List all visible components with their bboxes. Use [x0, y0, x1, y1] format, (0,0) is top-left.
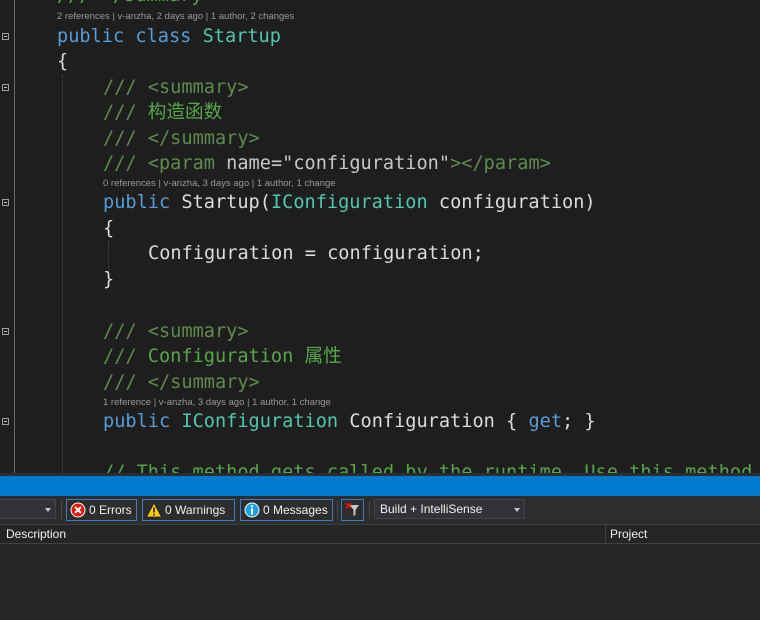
ctor-name: Startup( — [181, 192, 271, 213]
code-line-ctor-summary-close: /// </summary> — [103, 126, 260, 152]
doc-text: 构造函数 — [147, 102, 223, 123]
code-line-prop-declaration: public IConfiguration Configuration { ge… — [103, 409, 596, 435]
keyword-class: class — [135, 26, 192, 47]
column-divider[interactable] — [605, 525, 606, 543]
code-line-method-comment-partial: // This method gets called by the runtim… — [103, 462, 753, 473]
collapse-ctor-icon[interactable] — [2, 199, 9, 206]
doc-prefix: /// — [103, 372, 137, 393]
column-header-description[interactable]: Description — [6, 527, 66, 542]
solution-scope-dropdown[interactable] — [0, 499, 56, 519]
code-line-class-open-brace: { — [57, 51, 69, 72]
xml-attr-value: configuration — [293, 153, 439, 174]
prop-end: ; } — [562, 411, 596, 432]
toolbar-separator — [337, 501, 338, 519]
keyword-public: public — [103, 411, 171, 432]
code-editor[interactable]: /// </summary> 2 references | v-anzha, 2… — [0, 0, 760, 473]
doc-prefix: /// — [103, 128, 137, 149]
xml-attribute: name — [226, 153, 271, 174]
xml-attr-quote: " — [438, 153, 451, 174]
code-line-ctor-summary-open: /// <summary> — [103, 75, 249, 101]
warning-icon — [146, 502, 162, 518]
error-list-body[interactable] — [0, 544, 760, 620]
info-icon — [244, 502, 260, 518]
toolbar-separator — [369, 501, 370, 519]
code-line-ctor-open-brace: { — [103, 218, 115, 239]
code-line-assignment: Configuration = configuration; — [148, 243, 484, 264]
build-scope-value: Build + IntelliSense — [380, 502, 483, 516]
xml-tag: <param — [147, 153, 215, 174]
warnings-filter-button[interactable]: 0 Warnings — [142, 499, 235, 521]
warnings-count-label: 0 Warnings — [165, 503, 226, 517]
doc-prefix: /// — [103, 153, 137, 174]
keyword-public: public — [57, 26, 125, 47]
code-line-prop-summary-open: /// <summary> — [103, 319, 249, 345]
codelens-ctor[interactable]: 0 references | v-anzha, 3 days ago | 1 a… — [103, 178, 336, 190]
xml-tag: </summary> — [147, 128, 260, 149]
filter-toggle-button[interactable] — [341, 499, 364, 521]
chevron-down-icon — [45, 508, 51, 512]
xml-tag: <summary> — [147, 321, 249, 342]
doc-prefix: /// — [103, 321, 137, 342]
collapse-class-icon[interactable] — [2, 33, 9, 40]
keyword-public: public — [103, 192, 171, 213]
param-name: configuration) — [438, 192, 596, 213]
xml-tag: </summary> — [147, 372, 260, 393]
doc-prefix: /// — [103, 102, 137, 123]
collapse-prop-doc-icon[interactable] — [2, 328, 9, 335]
keyword-get: get — [528, 411, 563, 432]
prop-name: Configuration { — [349, 411, 529, 432]
code-line-prop-summary-text: /// Configuration 属性 — [103, 344, 342, 370]
chevron-down-icon — [514, 508, 520, 512]
doc-text: Configuration 属性 — [147, 346, 342, 367]
param-type: IConfiguration — [270, 192, 428, 213]
messages-filter-button[interactable]: 0 Messages — [240, 499, 333, 521]
code-line-ctor-param: /// <param name="configuration"></param> — [103, 151, 551, 177]
code-line-class-declaration: public class Startup — [57, 24, 281, 50]
xml-tag: <summary> — [147, 77, 249, 98]
class-name: Startup — [202, 26, 281, 47]
filter-clear-icon — [345, 502, 359, 516]
code-line-ctor-close-brace: } — [103, 269, 115, 290]
xml-tag: ></param> — [450, 153, 551, 174]
error-icon — [70, 502, 86, 518]
build-scope-dropdown[interactable]: Build + IntelliSense — [374, 499, 525, 519]
errors-count-label: 0 Errors — [89, 503, 132, 517]
toolbar-separator — [61, 501, 62, 519]
messages-count-label: 0 Messages — [263, 503, 328, 517]
error-list-toolbar: 0 Errors 0 Warnings 0 Messages Build + I… — [0, 496, 760, 524]
codelens-class[interactable]: 2 references | v-anzha, 2 days ago | 1 a… — [57, 11, 294, 23]
xml-attr-eq: =" — [270, 153, 294, 174]
prop-type: IConfiguration — [181, 411, 339, 432]
outline-margin — [14, 0, 15, 473]
code-line-ctor-declaration: public Startup(IConfiguration configurat… — [103, 190, 596, 216]
codelens-prop[interactable]: 1 reference | v-anzha, 3 days ago | 1 au… — [103, 397, 331, 409]
collapse-ctor-doc-icon[interactable] — [2, 84, 9, 91]
doc-prefix: /// — [103, 77, 137, 98]
code-line-prop-summary-close: /// </summary> — [103, 370, 260, 396]
doc-prefix: /// — [103, 346, 137, 367]
code-line-summary-close-partial: /// </summary> — [57, 0, 214, 9]
errors-filter-button[interactable]: 0 Errors — [66, 499, 137, 521]
error-list-title-bar — [0, 476, 760, 496]
error-list-column-headers: Description Project — [0, 524, 760, 544]
column-header-project[interactable]: Project — [610, 527, 647, 542]
code-line-ctor-summary-text: /// 构造函数 — [103, 100, 222, 126]
indent-guide — [62, 75, 63, 473]
collapse-prop-icon[interactable] — [2, 418, 9, 425]
